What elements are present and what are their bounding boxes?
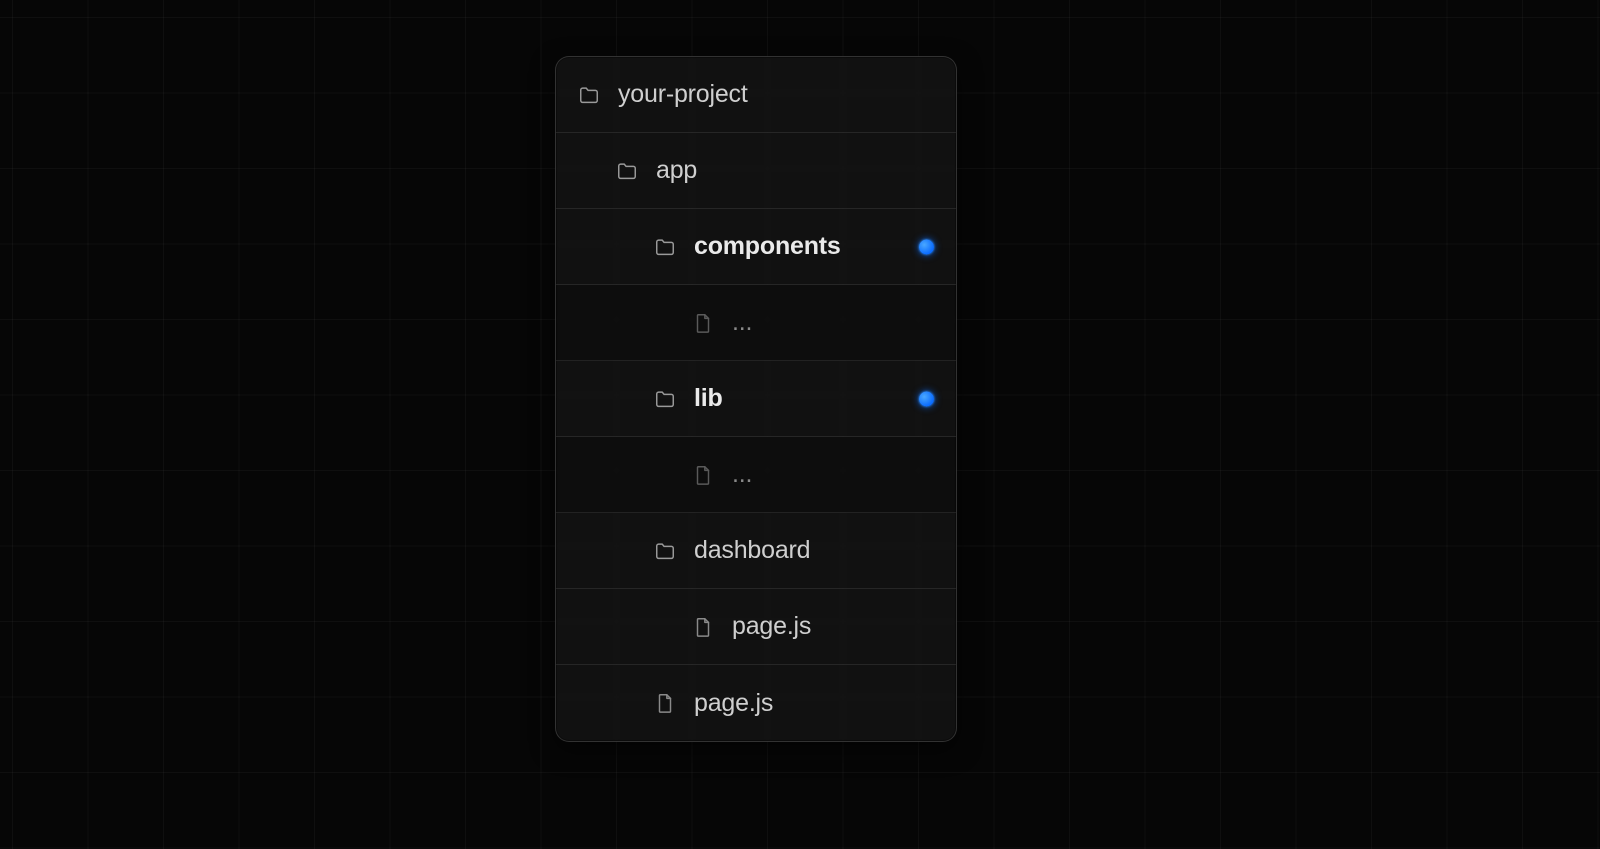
status-dot xyxy=(919,239,934,254)
folder-icon xyxy=(616,160,638,182)
file-icon xyxy=(654,692,676,714)
file-icon xyxy=(692,616,714,638)
folder-icon xyxy=(578,84,600,106)
tree-row-label: app xyxy=(656,156,697,185)
tree-row-lib[interactable]: lib xyxy=(556,361,956,437)
status-dot xyxy=(919,391,934,406)
tree-row-label: components xyxy=(694,232,841,261)
tree-row-components-children[interactable]: ... xyxy=(556,285,956,361)
tree-row-lib-children[interactable]: ... xyxy=(556,437,956,513)
tree-row-label: your-project xyxy=(618,80,748,109)
tree-row-label: ... xyxy=(732,308,752,337)
tree-row-dashboard[interactable]: dashboard xyxy=(556,513,956,589)
tree-row-components[interactable]: components xyxy=(556,209,956,285)
tree-row-app-page[interactable]: page.js xyxy=(556,665,956,741)
tree-row-label: ... xyxy=(732,460,752,489)
tree-row-app[interactable]: app xyxy=(556,133,956,209)
folder-icon xyxy=(654,388,676,410)
file-icon xyxy=(692,464,714,486)
tree-row-label: page.js xyxy=(732,612,811,641)
tree-row-label: page.js xyxy=(694,689,773,718)
tree-row-root[interactable]: your-project xyxy=(556,57,956,133)
folder-icon xyxy=(654,540,676,562)
file-icon xyxy=(692,312,714,334)
folder-icon xyxy=(654,236,676,258)
file-tree-panel: your-project app components ... lib ... xyxy=(555,56,957,742)
tree-row-label: lib xyxy=(694,384,723,413)
tree-row-dashboard-page[interactable]: page.js xyxy=(556,589,956,665)
tree-row-label: dashboard xyxy=(694,536,810,565)
